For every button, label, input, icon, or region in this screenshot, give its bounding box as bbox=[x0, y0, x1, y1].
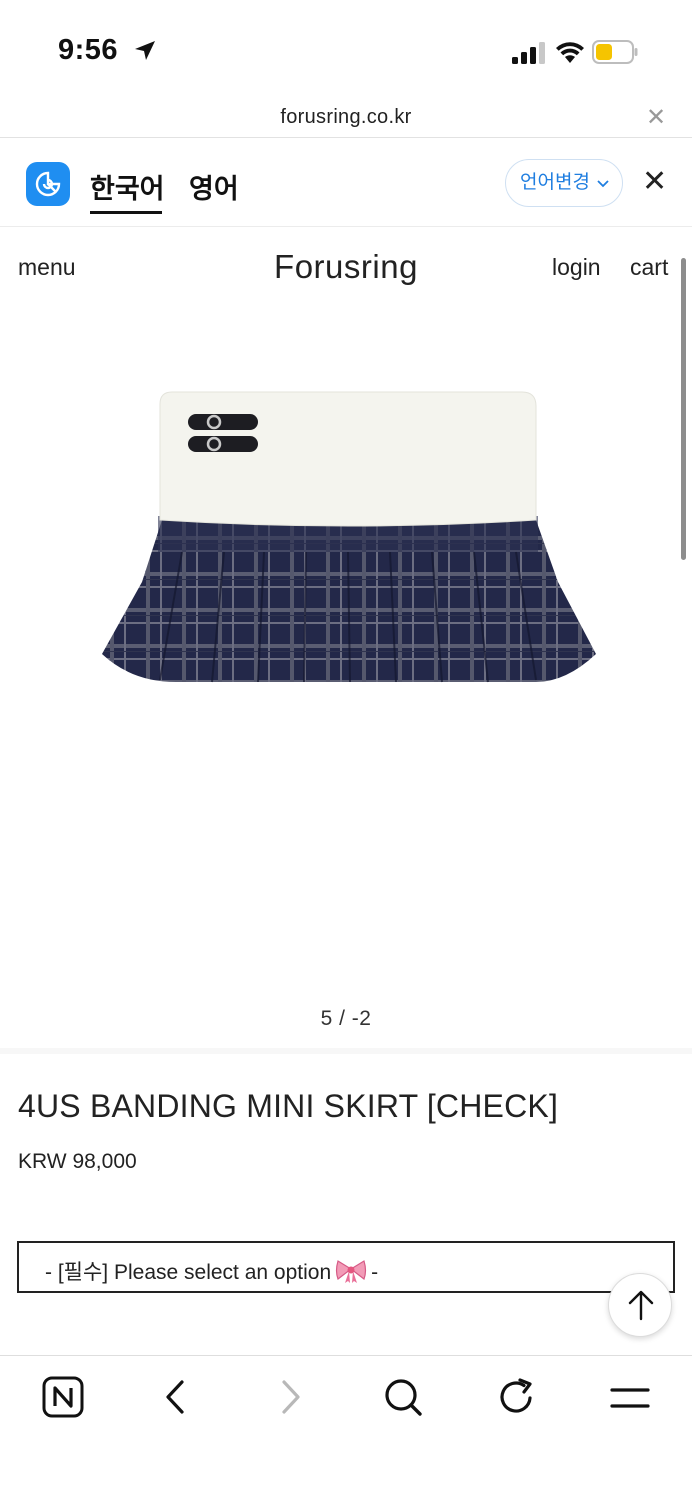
section-divider bbox=[0, 1048, 692, 1054]
image-pager: 5 / -2 bbox=[320, 1007, 372, 1030]
location-arrow-icon bbox=[135, 41, 155, 60]
back-icon bbox=[166, 1380, 184, 1414]
tab-korean[interactable]: 한국어 bbox=[90, 167, 165, 206]
more-menu-button[interactable] bbox=[606, 1374, 654, 1422]
search-button[interactable] bbox=[380, 1374, 428, 1422]
forward-icon bbox=[282, 1380, 300, 1414]
cellular-signal-icon bbox=[512, 42, 545, 64]
site-header: menu Forusring login cart bbox=[0, 228, 692, 308]
status-time: 9:56 bbox=[58, 34, 119, 66]
scroll-to-top-button[interactable] bbox=[608, 1273, 672, 1337]
refresh-icon bbox=[500, 1378, 532, 1413]
url-bar[interactable]: forusring.co.kr ✕ bbox=[0, 100, 692, 138]
language-change-button[interactable]: 언어변경 bbox=[505, 159, 623, 207]
url-close-icon[interactable]: ✕ bbox=[646, 106, 666, 130]
translate-bar: 한국어 영어 언어변경 ✕ bbox=[0, 139, 692, 227]
url-text[interactable]: forusring.co.kr bbox=[0, 106, 692, 129]
chevron-down-icon bbox=[597, 180, 609, 188]
login-link[interactable]: login bbox=[552, 254, 601, 281]
option-select[interactable]: - [필수] Please select an option - bbox=[17, 1241, 675, 1293]
product-image[interactable] bbox=[96, 382, 604, 702]
forward-button[interactable] bbox=[266, 1374, 314, 1422]
search-icon bbox=[385, 1379, 422, 1416]
browser-toolbar bbox=[0, 1355, 692, 1500]
product-price: KRW 98,000 bbox=[18, 1150, 137, 1173]
option-select-label: - [필수] Please select an option - bbox=[45, 1256, 378, 1286]
tab-english[interactable]: 영어 bbox=[189, 167, 239, 206]
ribbon-icon bbox=[336, 1260, 367, 1284]
naver-home-button[interactable] bbox=[40, 1374, 88, 1422]
tab-active-indicator bbox=[90, 211, 162, 214]
battery-icon bbox=[592, 40, 638, 64]
scroll-indicator[interactable] bbox=[681, 258, 686, 560]
option-suffix: - bbox=[371, 1261, 379, 1284]
back-button[interactable] bbox=[152, 1374, 200, 1422]
language-change-label: 언어변경 bbox=[520, 172, 590, 193]
product-title: 4US BANDING MINI SKIRT [CHECK] bbox=[18, 1088, 559, 1124]
arrow-up-icon bbox=[628, 1290, 654, 1321]
status-bar: 9:56 bbox=[0, 0, 692, 100]
refresh-button[interactable] bbox=[494, 1374, 542, 1422]
naver-icon bbox=[42, 1376, 84, 1418]
close-translate-icon[interactable]: ✕ bbox=[642, 167, 667, 197]
wifi-icon bbox=[556, 42, 584, 63]
cart-link[interactable]: cart bbox=[630, 254, 668, 281]
papago-logo-icon bbox=[26, 162, 70, 206]
menu-icon bbox=[610, 1388, 650, 1408]
option-prefix: - [필수] Please select an option bbox=[45, 1261, 332, 1284]
